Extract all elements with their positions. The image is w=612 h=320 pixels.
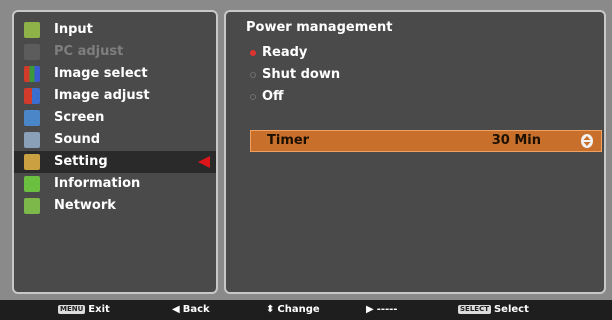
help-exit: MENU Exit bbox=[58, 304, 110, 316]
setting-icon bbox=[24, 154, 40, 170]
menu-item-label: Sound bbox=[54, 132, 101, 147]
menu-item-label: Image adjust bbox=[54, 88, 150, 103]
sound-icon bbox=[24, 132, 40, 148]
up-down-icon[interactable] bbox=[581, 134, 593, 148]
right-arrow-icon: ▶ bbox=[366, 304, 374, 315]
help-select: SELECT Select bbox=[458, 304, 529, 316]
select-key-icon: SELECT bbox=[458, 305, 491, 314]
image-select-icon bbox=[24, 66, 40, 82]
image-adjust-icon bbox=[24, 88, 40, 104]
power-management-panel: Power management Ready Shut down Off Tim… bbox=[224, 10, 606, 294]
pc-adjust-icon bbox=[24, 44, 40, 60]
radio-unselected-icon bbox=[250, 72, 256, 78]
menu-item-label: Information bbox=[54, 176, 141, 191]
projector-menu-screen: Input PC adjust Image select Image adjus… bbox=[0, 0, 612, 320]
main-menu-list: Input PC adjust Image select Image adjus… bbox=[14, 19, 216, 217]
help-bar: MENU Exit ◀ Back ⬍ Change ▶ ----- SELECT Sele… bbox=[0, 300, 612, 320]
main-menu-panel: Input PC adjust Image select Image adjus… bbox=[12, 10, 218, 294]
menu-item-label: Setting bbox=[54, 154, 108, 169]
help-change-label: Change bbox=[277, 304, 320, 315]
help-change: ⬍ Change bbox=[266, 304, 320, 316]
option-off[interactable]: Off bbox=[250, 86, 340, 108]
power-option-list: Ready Shut down Off bbox=[250, 42, 340, 108]
help-next: ▶ ----- bbox=[366, 304, 397, 316]
menu-item-image-select[interactable]: Image select bbox=[14, 63, 216, 85]
option-label: Off bbox=[262, 89, 284, 104]
timer-value: 30 Min bbox=[491, 133, 541, 148]
left-arrow-icon: ◀ bbox=[172, 304, 180, 315]
menu-item-image-adjust[interactable]: Image adjust bbox=[14, 85, 216, 107]
network-icon bbox=[24, 198, 40, 214]
timer-label: Timer bbox=[267, 133, 310, 148]
information-icon bbox=[24, 176, 40, 192]
menu-item-label: Network bbox=[54, 198, 116, 213]
menu-item-pc-adjust: PC adjust bbox=[14, 41, 216, 63]
input-icon bbox=[24, 22, 40, 38]
menu-item-label: Input bbox=[54, 22, 93, 37]
option-shut-down[interactable]: Shut down bbox=[250, 64, 340, 86]
menu-key-icon: MENU bbox=[58, 305, 86, 314]
menu-item-setting[interactable]: Setting bbox=[14, 151, 216, 173]
help-back-label: Back bbox=[182, 304, 210, 315]
help-select-label: Select bbox=[493, 304, 529, 315]
option-ready[interactable]: Ready bbox=[250, 42, 340, 64]
menu-item-information[interactable]: Information bbox=[14, 173, 216, 195]
radio-unselected-icon bbox=[250, 94, 256, 100]
option-label: Ready bbox=[262, 45, 308, 60]
timer-setting[interactable]: Timer 30 Min bbox=[250, 130, 602, 152]
option-label: Shut down bbox=[262, 67, 341, 82]
radio-selected-icon bbox=[250, 50, 256, 56]
selection-arrow-icon bbox=[198, 156, 210, 168]
screen-icon bbox=[24, 110, 40, 126]
up-down-arrow-icon: ⬍ bbox=[266, 304, 275, 315]
panel-title: Power management bbox=[246, 20, 393, 35]
menu-item-screen[interactable]: Screen bbox=[14, 107, 216, 129]
help-back: ◀ Back bbox=[172, 304, 210, 316]
menu-item-label: Image select bbox=[54, 66, 148, 81]
menu-item-sound[interactable]: Sound bbox=[14, 129, 216, 151]
help-exit-label: Exit bbox=[88, 304, 110, 315]
menu-item-network[interactable]: Network bbox=[14, 195, 216, 217]
menu-item-label: Screen bbox=[54, 110, 105, 125]
help-next-label: ----- bbox=[376, 304, 398, 315]
menu-item-label: PC adjust bbox=[54, 44, 124, 59]
menu-item-input[interactable]: Input bbox=[14, 19, 216, 41]
